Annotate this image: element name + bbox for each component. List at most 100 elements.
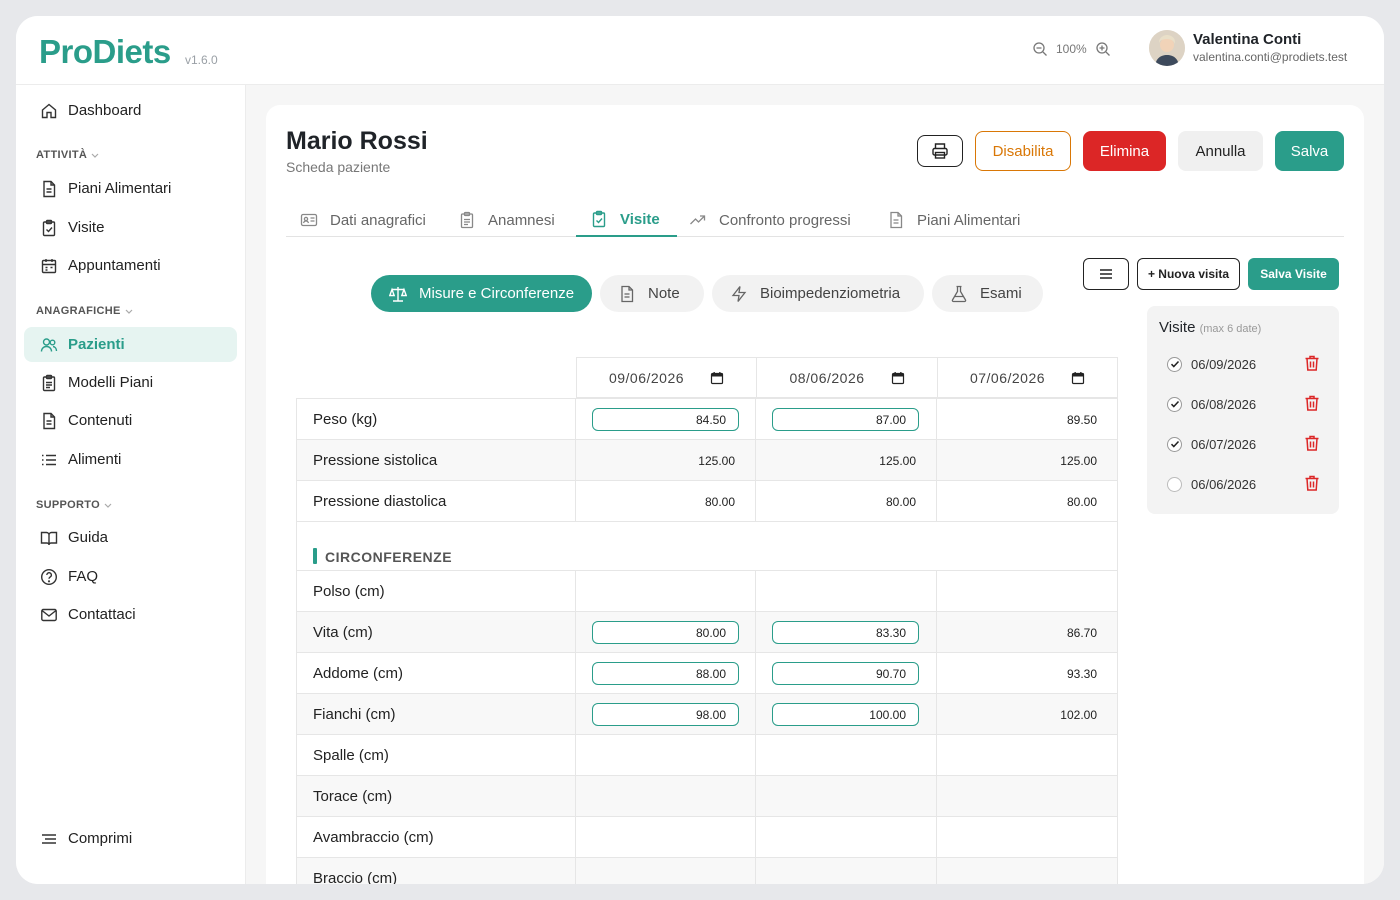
sidebar-item-contattaci[interactable]: Contattaci [24, 597, 237, 632]
delete-button[interactable]: Elimina [1083, 131, 1166, 171]
measurement-input[interactable]: 87.00 [772, 408, 919, 431]
measurement-input[interactable]: 84.50 [592, 408, 739, 431]
subtab-bioimpedenziometria[interactable]: Bioimpedenziometria [712, 275, 924, 312]
trash-icon[interactable] [1303, 394, 1321, 412]
visit-item[interactable]: 06/06/2026 [1167, 474, 1327, 494]
tab-confronto-progressi[interactable]: Confronto progressi [689, 203, 851, 237]
measurement-input[interactable]: 90.70 [772, 662, 919, 685]
zoom-out-icon[interactable] [1032, 41, 1048, 57]
section-title: CIRCONFERENZE [325, 549, 453, 565]
date-column-header[interactable]: 09/06/2026 [576, 357, 757, 398]
measurement-value[interactable]: 80.00 [937, 495, 1117, 509]
id-card-icon [300, 213, 318, 227]
new-visit-button[interactable]: + Nuova visita [1137, 258, 1240, 290]
measurement-value[interactable]: 86.70 [937, 626, 1117, 640]
sidebar-item-piani-alimentari[interactable]: Piani Alimentari [24, 171, 237, 206]
save-visits-button[interactable]: Salva Visite [1248, 258, 1339, 290]
sidebar-item-alimenti[interactable]: Alimenti [24, 442, 237, 477]
empty-cell[interactable] [576, 858, 756, 884]
measurement-value[interactable]: 125.00 [756, 454, 936, 468]
sidebar-item-pazienti[interactable]: Pazienti [24, 327, 237, 362]
visit-item[interactable]: 06/08/2026 [1167, 394, 1327, 414]
measurement-input[interactable]: 88.00 [592, 662, 739, 685]
zoom-in-icon[interactable] [1095, 41, 1111, 57]
tab-piani-alimentari[interactable]: Piani Alimentari [887, 203, 1020, 237]
disable-button[interactable]: Disabilita [975, 131, 1071, 171]
app-version: v1.6.0 [185, 53, 218, 67]
user-email: valentina.conti@prodiets.test [1193, 49, 1348, 64]
measurement-value[interactable]: 89.50 [937, 413, 1117, 427]
section-supporto[interactable]: SUPPORTO [36, 499, 113, 511]
measurement-input[interactable]: 100.00 [772, 703, 919, 726]
empty-cell[interactable] [576, 735, 756, 776]
subtab-note[interactable]: Note [600, 275, 704, 312]
empty-cell[interactable] [937, 735, 1118, 776]
sidebar-item-contenuti[interactable]: Contenuti [24, 403, 237, 438]
visit-checkbox[interactable] [1167, 356, 1182, 372]
empty-cell[interactable] [756, 776, 937, 817]
empty-cell[interactable] [937, 776, 1118, 817]
tab-visite[interactable]: Visite [576, 203, 677, 237]
date-column-header[interactable]: 08/06/2026 [757, 357, 938, 398]
measurement-value[interactable]: 93.30 [937, 667, 1117, 681]
app-logo[interactable]: ProDiets [39, 33, 171, 71]
measurement-value[interactable]: 80.00 [576, 495, 755, 509]
measurement-input[interactable]: 83.30 [772, 621, 919, 644]
menu-button[interactable] [1083, 258, 1129, 290]
sidebar-collapse-button[interactable]: Comprimi [24, 821, 237, 856]
measurement-value[interactable]: 80.00 [756, 495, 936, 509]
empty-cell[interactable] [576, 571, 756, 612]
row-label: Avambraccio (cm) [296, 817, 576, 858]
trash-icon[interactable] [1303, 354, 1321, 372]
print-button[interactable] [917, 135, 963, 167]
date-column-header[interactable]: 07/06/2026 [938, 357, 1118, 398]
sidebar-item-dashboard[interactable]: Dashboard [24, 93, 237, 128]
empty-cell[interactable] [937, 571, 1118, 612]
sidebar-item-label: Alimenti [68, 451, 122, 468]
trash-icon[interactable] [1303, 434, 1321, 452]
measurement-value[interactable]: 125.00 [576, 454, 755, 468]
sidebar-item-label: Appuntamenti [68, 257, 161, 274]
cancel-button[interactable]: Annulla [1178, 131, 1263, 171]
empty-cell[interactable] [756, 858, 937, 884]
visits-title: Visite (max 6 date) [1159, 319, 1261, 336]
empty-cell[interactable] [576, 776, 756, 817]
visit-checkbox[interactable] [1167, 476, 1182, 492]
row-label: Braccio (cm) [296, 858, 576, 884]
sidebar-item-appuntamenti[interactable]: Appuntamenti [24, 248, 237, 283]
tab-dati-anagrafici[interactable]: Dati anagrafici [300, 203, 426, 237]
empty-cell[interactable] [756, 735, 937, 776]
measurement-value[interactable]: 125.00 [937, 454, 1117, 468]
empty-cell[interactable] [576, 817, 756, 858]
measurement-input[interactable]: 80.00 [592, 621, 739, 644]
document-icon [890, 211, 903, 229]
sidebar-item-modelli-piani[interactable]: Modelli Piani [24, 365, 237, 400]
empty-cell[interactable] [937, 817, 1118, 858]
trash-icon[interactable] [1303, 474, 1321, 492]
visit-item[interactable]: 06/09/2026 [1167, 354, 1327, 374]
visit-checkbox[interactable] [1167, 396, 1182, 412]
section-attivita[interactable]: ATTIVITÀ [36, 149, 100, 161]
empty-cell[interactable] [756, 571, 937, 612]
tab-anamnesi[interactable]: Anamnesi [458, 203, 555, 237]
user-name: Valentina Conti [1193, 30, 1302, 48]
sidebar-item-faq[interactable]: FAQ [24, 559, 237, 594]
visit-checkbox[interactable] [1167, 436, 1182, 452]
save-button[interactable]: Salva [1275, 131, 1344, 171]
visit-item[interactable]: 06/07/2026 [1167, 434, 1327, 454]
empty-cell[interactable] [937, 858, 1118, 884]
calendar-icon [710, 371, 724, 384]
measurement-value[interactable]: 102.00 [937, 708, 1117, 722]
measurement-input[interactable]: 98.00 [592, 703, 739, 726]
user-menu[interactable]: Valentina Conti valentina.conti@prodiets… [1149, 30, 1347, 66]
list-icon [42, 454, 56, 465]
sidebar-item-guida[interactable]: Guida [24, 520, 237, 555]
subtab-misure[interactable]: Misure e Circonferenze [371, 275, 592, 312]
sidebar-item-label: Guida [68, 529, 109, 546]
section-anagrafiche[interactable]: ANAGRAFICHE [36, 305, 134, 317]
visits-hint: (max 6 date) [1199, 323, 1262, 335]
subtab-esami[interactable]: Esami [932, 275, 1043, 312]
empty-cell[interactable] [756, 817, 937, 858]
row-label: Vita (cm) [296, 612, 576, 653]
sidebar-item-visite[interactable]: Visite [24, 210, 237, 245]
